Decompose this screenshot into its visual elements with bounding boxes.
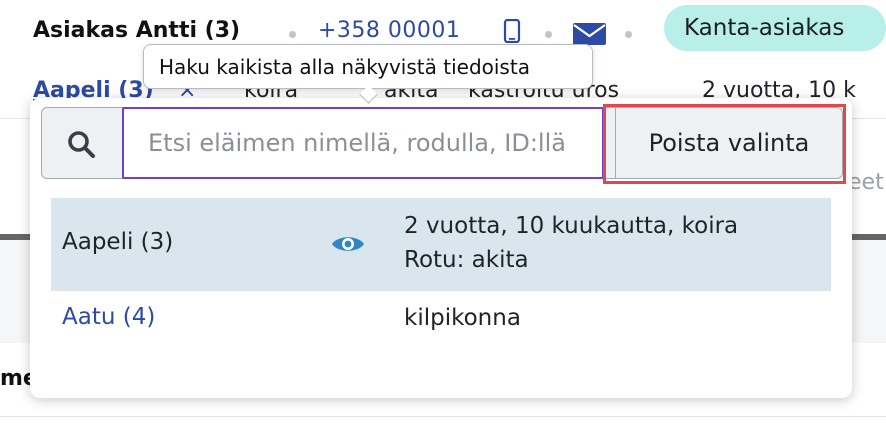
search-tooltip: Haku kaikista alla näkyvistä tiedoista bbox=[143, 44, 593, 104]
result-age-species: 2 vuotta, 10 kuukautta, koira bbox=[404, 213, 739, 239]
result-breed: Rotu: akita bbox=[404, 247, 529, 273]
customer-status-badge: Kanta-asiakas bbox=[664, 5, 886, 51]
pet-search-input[interactable] bbox=[122, 107, 604, 179]
result-name: Aapeli (3) bbox=[62, 229, 174, 255]
search-icon-box bbox=[42, 108, 123, 178]
result-details: 2 vuotta, 10 kuukautta, koira Rotu: akit… bbox=[404, 209, 738, 277]
separator-dot bbox=[289, 31, 296, 38]
result-species: kilpikonna bbox=[404, 305, 521, 331]
tooltip-text: Haku kaikista alla näkyvistä tiedoista bbox=[159, 55, 530, 79]
mobile-phone-icon bbox=[503, 19, 521, 43]
separator-dot bbox=[625, 31, 632, 38]
partial-text: eet bbox=[848, 170, 884, 195]
phone-link[interactable]: +358 00001 bbox=[318, 18, 460, 43]
result-details: kilpikonna bbox=[404, 301, 521, 335]
result-item-aapeli[interactable]: Aapeli (3) 2 vuotta, 10 kuukautta, koira… bbox=[51, 198, 831, 290]
result-item-aatu[interactable]: Aatu (4) kilpikonna bbox=[51, 291, 831, 347]
search-icon bbox=[68, 131, 95, 158]
envelope-icon[interactable] bbox=[573, 23, 606, 45]
content-divider bbox=[0, 416, 886, 417]
customer-name: Asiakas Antti (3) bbox=[33, 18, 241, 43]
clear-selection-button[interactable]: Poista valinta bbox=[615, 107, 843, 179]
result-name[interactable]: Aatu (4) bbox=[62, 304, 155, 330]
search-group: Poista valinta bbox=[41, 107, 843, 179]
pet-search-dropdown: Poista valinta Aapeli (3) 2 vuotta, 10 k… bbox=[30, 98, 852, 398]
separator-dot bbox=[545, 31, 552, 38]
eye-icon bbox=[332, 237, 364, 251]
